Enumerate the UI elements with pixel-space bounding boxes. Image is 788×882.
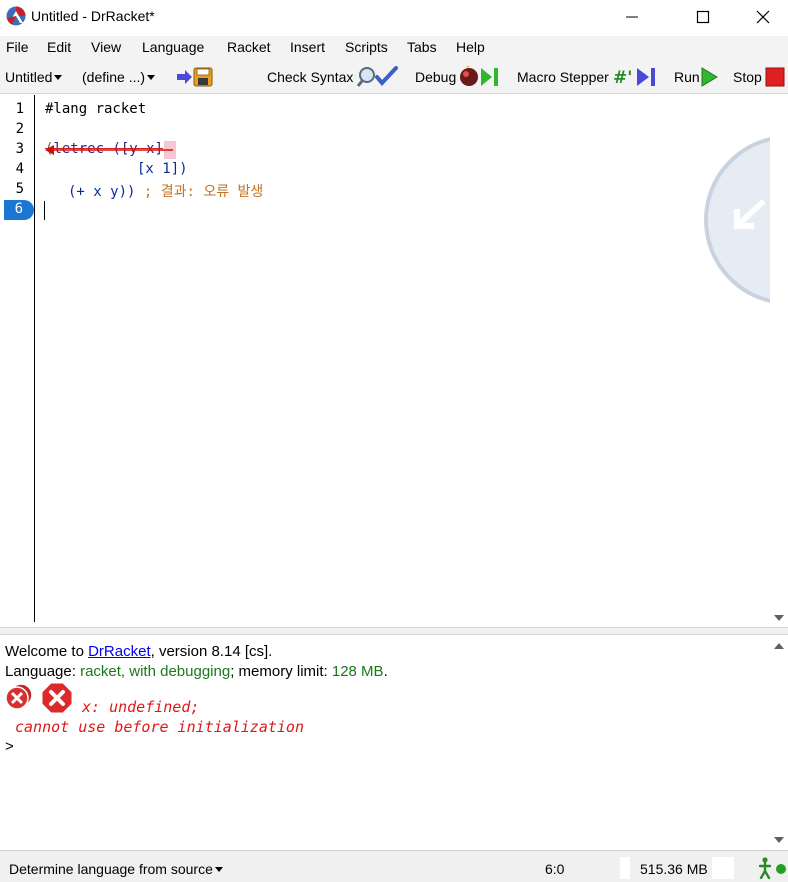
macro-stepper-label[interactable]: Macro Stepper <box>517 69 609 85</box>
maximize-button[interactable] <box>680 0 726 33</box>
line-number: 5 <box>15 181 24 197</box>
language-value: racket, with debugging <box>80 663 231 680</box>
window-title: Untitled - DrRacket* <box>31 8 155 24</box>
drracket-logo-icon <box>6 6 26 26</box>
macro-stepper-icon[interactable]: #' <box>613 66 661 88</box>
status-indicator-box <box>712 857 734 879</box>
run-label[interactable]: Run <box>674 69 700 85</box>
repl-scrollbar[interactable] <box>770 635 788 849</box>
gutter-divider <box>34 95 35 622</box>
line-number: 2 <box>15 121 24 137</box>
svg-text:#': #' <box>613 68 632 88</box>
body-expression: (+ x y)) <box>68 184 136 200</box>
menu-language[interactable]: Language <box>142 39 204 55</box>
check-syntax-label[interactable]: Check Syntax <box>267 69 353 85</box>
menu-scripts[interactable]: Scripts <box>345 39 388 55</box>
welcome-line: Welcome to DrRacket, version 8.14 [cs]. <box>5 643 272 660</box>
error-icon[interactable] <box>41 682 73 714</box>
line-number: 3 <box>15 141 24 157</box>
run-icon[interactable] <box>701 66 719 88</box>
define-dropdown[interactable]: (define ...) <box>82 69 156 85</box>
language-selector-label: Determine language from source <box>9 861 213 877</box>
welcome-prefix: Welcome to <box>5 643 89 660</box>
scroll-down-arrow-icon[interactable] <box>774 837 784 843</box>
text-cursor <box>44 201 45 220</box>
chevron-down-icon <box>54 75 63 80</box>
memory-prefix: ; memory limit: <box>230 663 332 680</box>
toolbar: Untitled (define ...) Check Syntax Debug… <box>0 60 788 94</box>
current-line-marker: 6 <box>4 200 34 220</box>
watermark-arrow-icon <box>734 199 766 229</box>
repl-prompt[interactable]: > <box>5 738 14 755</box>
binding-arrow-icon <box>45 145 173 155</box>
menu-help[interactable]: Help <box>456 39 485 55</box>
menu-tabs[interactable]: Tabs <box>407 39 437 55</box>
binding-x: [x 1]) <box>137 161 188 177</box>
error-message-line-1: x: undefined; <box>82 698 200 716</box>
drracket-link[interactable]: DrRacket <box>88 643 151 660</box>
memory-usage[interactable]: 515.36 MB <box>640 861 708 877</box>
cursor-position: 6:0 <box>545 861 565 877</box>
status-dot <box>776 864 786 874</box>
code-comment: ; 결과: 오류 발생 <box>143 184 264 200</box>
stop-icon[interactable] <box>765 67 785 87</box>
language-prefix: Language: <box>5 663 81 680</box>
status-bar: Determine language from source 6:0 515.3… <box>0 850 788 882</box>
save-button[interactable] <box>176 67 216 87</box>
running-figure-icon <box>758 857 772 879</box>
maximize-icon <box>696 10 710 23</box>
language-selector[interactable]: Determine language from source <box>9 861 223 877</box>
debug-icon[interactable] <box>459 66 503 88</box>
menu-racket[interactable]: Racket <box>227 39 271 55</box>
interactions-pane[interactable]: Welcome to DrRacket, version 8.14 [cs]. … <box>0 635 788 849</box>
language-end: . <box>383 663 388 680</box>
menu-insert[interactable]: Insert <box>290 39 325 55</box>
title-bar: Untitled - DrRacket* <box>0 0 788 34</box>
chevron-down-icon <box>214 867 223 872</box>
status-indicator-box <box>620 857 630 879</box>
error-message-line-2: cannot use before initialization <box>15 718 304 736</box>
definitions-editor[interactable]: 1 2 3 4 5 6 #lang racket (letrec ([y x] … <box>0 95 788 627</box>
scroll-up-arrow-icon[interactable] <box>774 643 784 649</box>
file-name-dropdown[interactable]: Untitled <box>5 69 63 85</box>
define-label: (define ...) <box>82 69 146 85</box>
lang-directive: #lang racket <box>45 101 147 117</box>
menu-edit[interactable]: Edit <box>47 39 71 55</box>
pane-splitter[interactable] <box>0 627 788 635</box>
language-line: Language: racket, with debugging; memory… <box>5 663 388 680</box>
menu-bar: File Edit View Language Racket Insert Sc… <box>0 36 788 60</box>
chevron-down-icon <box>147 75 156 80</box>
editor-scrollbar[interactable] <box>770 95 788 627</box>
scroll-down-arrow-icon[interactable] <box>774 615 784 621</box>
debug-label[interactable]: Debug <box>415 69 456 85</box>
memory-limit-value: 128 MB <box>331 663 384 680</box>
file-name-label: Untitled <box>5 69 53 85</box>
menu-file[interactable]: File <box>6 39 29 55</box>
minimize-icon <box>626 16 638 17</box>
minimize-button[interactable] <box>609 0 655 33</box>
line-number: 1 <box>15 101 24 117</box>
check-syntax-icon[interactable] <box>357 66 399 88</box>
line-number: 6 <box>14 201 23 217</box>
menu-view[interactable]: View <box>91 39 121 55</box>
close-icon <box>756 10 770 23</box>
error-stack-icon[interactable] <box>4 682 34 712</box>
line-number: 4 <box>15 161 24 177</box>
close-button[interactable] <box>740 0 786 33</box>
code-line-1: #lang racket <box>45 101 146 117</box>
code-line-5: (+ x y)) ; 결과: 오류 발생 <box>68 181 263 201</box>
stop-label[interactable]: Stop <box>733 69 762 85</box>
welcome-suffix: , version 8.14 [cs]. <box>150 643 273 660</box>
code-line-4: [x 1]) <box>137 161 188 177</box>
